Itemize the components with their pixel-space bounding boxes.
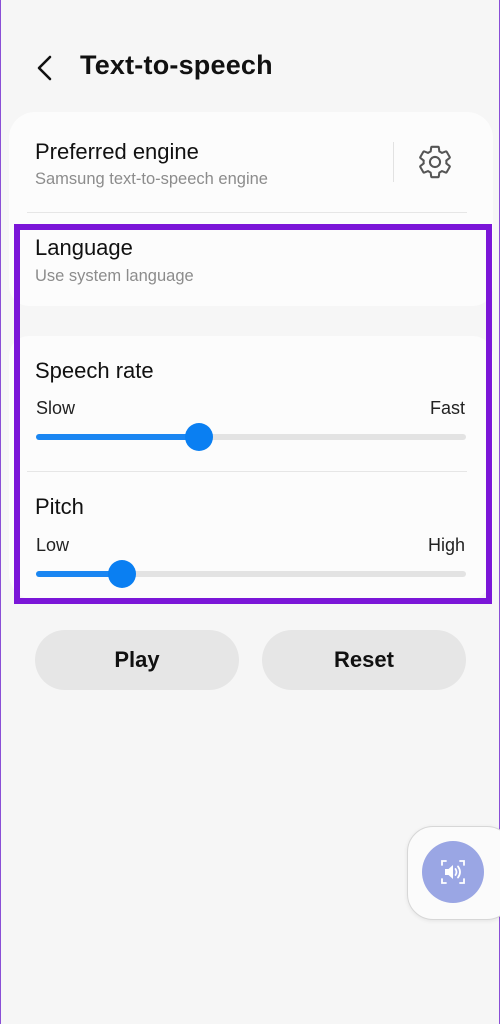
language-subtitle: Use system language [35,267,194,285]
back-button[interactable] [25,48,65,88]
speech-rate-max-label: Fast [429,398,465,418]
engine-language-card: Preferred engine Samsung text-to-speech … [9,112,493,306]
pitch-min-label: Low [36,535,70,555]
language-row[interactable]: Language Use system language [9,213,493,306]
pitch-title: Pitch [35,494,84,519]
divider [27,471,467,472]
speech-rate-min-label: Slow [36,398,76,418]
language-title: Language [35,235,133,260]
speech-rate-title: Speech rate [35,358,154,383]
speech-rate-slider[interactable] [36,423,466,451]
voice-settings-card: Speech rate Slow Fast Pitch Low High [9,336,493,600]
pitch-slider-thumb[interactable] [108,560,136,588]
play-button[interactable]: Play [35,630,239,690]
floating-speaker-button[interactable] [422,841,484,903]
header: Text-to-speech [1,0,499,112]
page-title: Text-to-speech [80,50,273,80]
reset-button[interactable]: Reset [262,630,466,690]
gear-icon [419,145,451,179]
speaker-icon [441,860,465,884]
pitch-slider[interactable] [36,560,466,588]
preferred-engine-subtitle: Samsung text-to-speech engine [35,170,268,188]
pitch-max-label: High [427,535,465,555]
engine-settings-button[interactable] [413,140,457,184]
floating-panel [407,826,500,920]
speech-rate-slider-thumb[interactable] [185,423,214,451]
vertical-divider [393,142,394,182]
back-arrow-icon [37,55,52,81]
speech-rate-slider-fill [36,434,200,440]
preferred-engine-title: Preferred engine [35,139,199,164]
